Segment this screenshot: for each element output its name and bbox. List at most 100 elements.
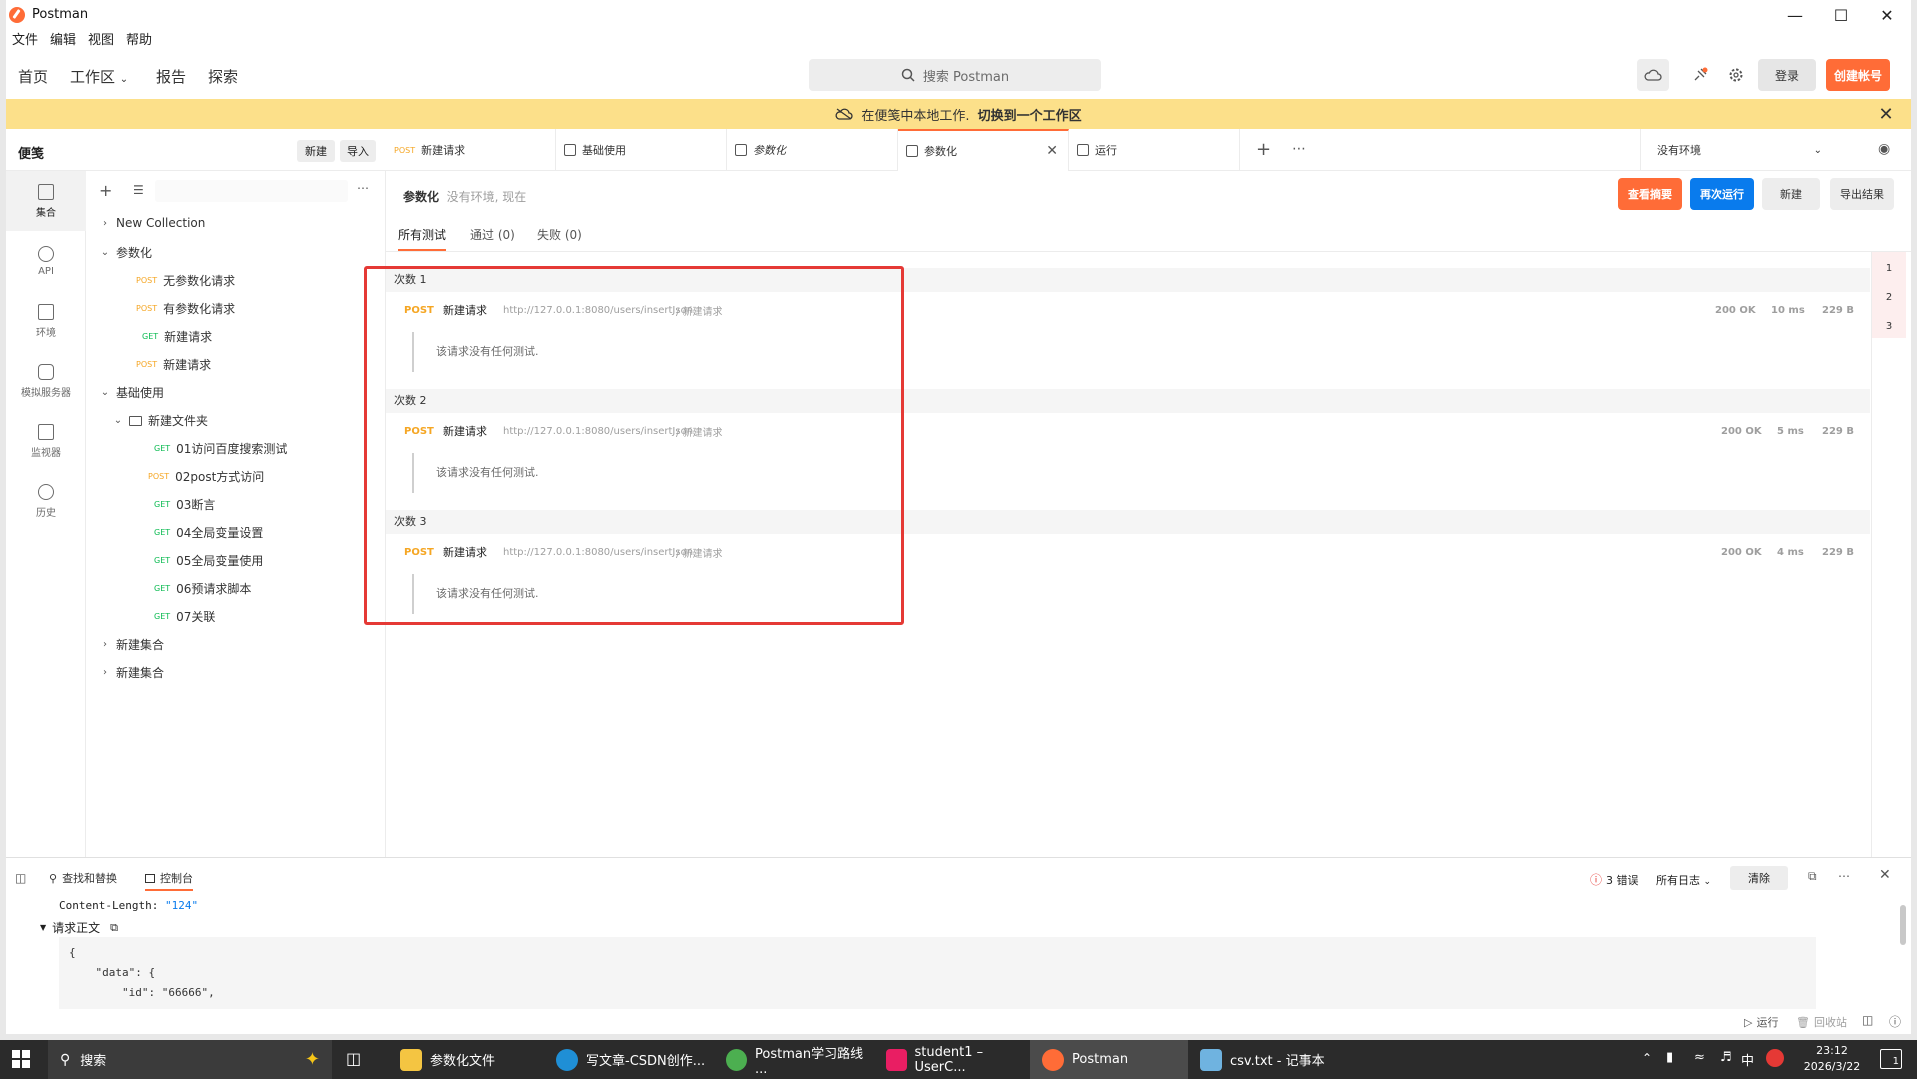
minimize-icon[interactable]: —: [1772, 0, 1818, 30]
runner-status-button[interactable]: ▷ 运行: [1744, 1014, 1778, 1030]
login-button[interactable]: 登录: [1758, 59, 1816, 91]
rail-history[interactable]: 历史: [6, 471, 86, 531]
battery-icon[interactable]: ▮: [1666, 1050, 1673, 1065]
tree-request[interactable]: POST 新建请求: [136, 356, 211, 373]
clear-button[interactable]: 清除: [1730, 866, 1788, 890]
tab-runner-active[interactable]: 参数化 ✕: [898, 129, 1069, 171]
environment-select[interactable]: 没有环境 ⌄: [1640, 129, 1840, 171]
satellite-icon[interactable]: [1684, 59, 1716, 91]
signup-button[interactable]: 创建帐号: [1826, 59, 1890, 91]
menu-edit[interactable]: 编辑: [44, 30, 82, 52]
taskbar-search[interactable]: ⚲ 搜索 ✦: [48, 1040, 332, 1079]
layout-icon[interactable]: ◫: [1862, 1013, 1873, 1027]
new-tab-icon[interactable]: +: [1256, 139, 1271, 160]
subtab-all-tests[interactable]: 所有测试: [398, 226, 447, 251]
chevron-up-icon[interactable]: ⌃: [1642, 1051, 1652, 1065]
tree-request[interactable]: POST 02post方式访问: [148, 468, 264, 485]
rail-collections[interactable]: 集合: [6, 171, 86, 231]
cloud-sync-icon[interactable]: [1637, 59, 1669, 91]
notification-icon[interactable]: 1: [1880, 1049, 1902, 1069]
taskbar-app-explorer[interactable]: 参数化文件: [388, 1040, 544, 1079]
log-filter-select[interactable]: 所有日志 ⌄: [1656, 872, 1711, 888]
sogou-icon[interactable]: [1766, 1049, 1784, 1067]
trash-button[interactable]: 🗑 回收站: [1796, 1014, 1847, 1030]
tree-request[interactable]: GET 07关联: [154, 608, 215, 625]
more-options-icon[interactable]: ⋯: [357, 181, 369, 195]
tree-folder[interactable]: ⌄ 新建文件夹: [113, 412, 208, 429]
export-results-button[interactable]: 导出结果: [1830, 178, 1894, 210]
new-button[interactable]: 新建: [297, 140, 335, 162]
maximize-icon[interactable]: ☐: [1818, 0, 1864, 30]
search-input[interactable]: 搜索 Postman: [809, 59, 1101, 91]
taskbar-app-edge[interactable]: 写文章-CSDN创作...: [544, 1040, 714, 1079]
tab-runner[interactable]: 基础使用: [556, 129, 727, 171]
tree-request[interactable]: GET 03断言: [154, 496, 215, 513]
import-button[interactable]: 导入: [340, 140, 376, 162]
subtab-passed[interactable]: 通过 (0): [470, 226, 515, 243]
nav-explore[interactable]: 探索: [208, 66, 238, 87]
tree-collection[interactable]: ⌄ 基础使用: [100, 384, 164, 401]
tree-request[interactable]: POST 无参数化请求: [136, 272, 235, 289]
rail-monitors[interactable]: 监视器: [6, 411, 86, 471]
tab-runner[interactable]: 运行: [1069, 129, 1240, 171]
tree-collection[interactable]: › 新建集合: [100, 664, 164, 681]
taskbar-app-chrome[interactable]: Postman学习路线 ...: [714, 1040, 874, 1079]
nav-reports[interactable]: 报告: [156, 66, 186, 87]
ruler-number[interactable]: 2: [1872, 292, 1906, 303]
add-icon[interactable]: +: [99, 181, 112, 200]
tree-request[interactable]: POST 有参数化请求: [136, 300, 235, 317]
tree-request[interactable]: GET 06预请求脚本: [154, 580, 251, 597]
request-body-toggle[interactable]: ▼ 请求正文 ⧉: [40, 919, 118, 936]
ime-indicator[interactable]: 中: [1741, 1050, 1754, 1069]
banner-close-icon[interactable]: ✕: [1871, 99, 1901, 129]
menu-view[interactable]: 视图: [82, 30, 120, 52]
clock[interactable]: 23:12 2026/3/22: [1796, 1043, 1868, 1075]
tab-request[interactable]: POST 新建请求: [386, 129, 556, 171]
ruler-number[interactable]: 1: [1872, 263, 1906, 274]
menu-help[interactable]: 帮助: [120, 30, 158, 52]
tab-collection[interactable]: 参数化: [727, 129, 898, 171]
taskbar-app-notepad[interactable]: csv.txt - 记事本: [1188, 1040, 1348, 1079]
external-link-icon[interactable]: ⧉: [110, 921, 118, 935]
switch-workspace-link[interactable]: 切换到一个工作区: [978, 105, 1082, 124]
console-scrollbar[interactable]: [1900, 905, 1906, 945]
rail-mock-servers[interactable]: 模拟服务器: [6, 351, 86, 411]
taskbar-app-idea[interactable]: student1 – UserC...: [874, 1040, 1030, 1079]
task-view-icon[interactable]: ◫: [346, 1049, 361, 1068]
rail-environments[interactable]: 环境: [6, 291, 86, 351]
filter-icon[interactable]: ☰: [133, 183, 144, 197]
tab-find-replace[interactable]: ⚲ 查找和替换: [49, 870, 117, 886]
windows-start-icon[interactable]: [12, 1050, 30, 1068]
error-count[interactable]: ⓘ 3 错误: [1590, 871, 1639, 888]
copy-icon[interactable]: ⧉: [1808, 869, 1817, 884]
taskbar-app-postman[interactable]: Postman: [1030, 1040, 1188, 1079]
tab-close-icon[interactable]: ✕: [1046, 143, 1058, 159]
close-console-icon[interactable]: ✕: [1879, 867, 1891, 883]
new-button[interactable]: 新建: [1762, 178, 1820, 210]
subtab-failed[interactable]: 失败 (0): [537, 226, 582, 243]
filter-input[interactable]: [155, 180, 348, 202]
tree-request[interactable]: GET 新建请求: [142, 328, 212, 345]
tree-collection[interactable]: ⌄ 参数化: [100, 244, 152, 261]
menu-file[interactable]: 文件: [6, 30, 44, 52]
view-summary-button[interactable]: 查看摘要: [1618, 178, 1682, 210]
help-icon[interactable]: ⓘ: [1889, 1013, 1901, 1030]
nav-workspaces[interactable]: 工作区 ⌄: [70, 66, 128, 87]
tab-console[interactable]: 控制台: [145, 870, 193, 891]
tree-request[interactable]: GET 04全局变量设置: [154, 524, 263, 541]
nav-home[interactable]: 首页: [18, 66, 48, 87]
tree-collection[interactable]: › 新建集合: [100, 636, 164, 653]
eye-icon[interactable]: ◉: [1878, 141, 1890, 157]
settings-gear-icon[interactable]: [1720, 59, 1752, 91]
tree-request[interactable]: GET 05全局变量使用: [154, 552, 263, 569]
toggle-sidebar-icon[interactable]: ◫: [15, 871, 26, 885]
close-icon[interactable]: ✕: [1864, 0, 1910, 30]
more-tabs-icon[interactable]: ⋯: [1292, 141, 1306, 157]
tree-request[interactable]: GET 01访问百度搜索测试: [154, 440, 287, 457]
ruler-number[interactable]: 3: [1872, 321, 1906, 332]
run-again-button[interactable]: 再次运行: [1690, 178, 1754, 210]
more-options-icon[interactable]: ⋯: [1838, 869, 1850, 883]
wifi-icon[interactable]: ≈: [1694, 1050, 1705, 1065]
volume-icon[interactable]: ♬: [1720, 1050, 1732, 1065]
rail-apis[interactable]: API: [6, 231, 86, 291]
